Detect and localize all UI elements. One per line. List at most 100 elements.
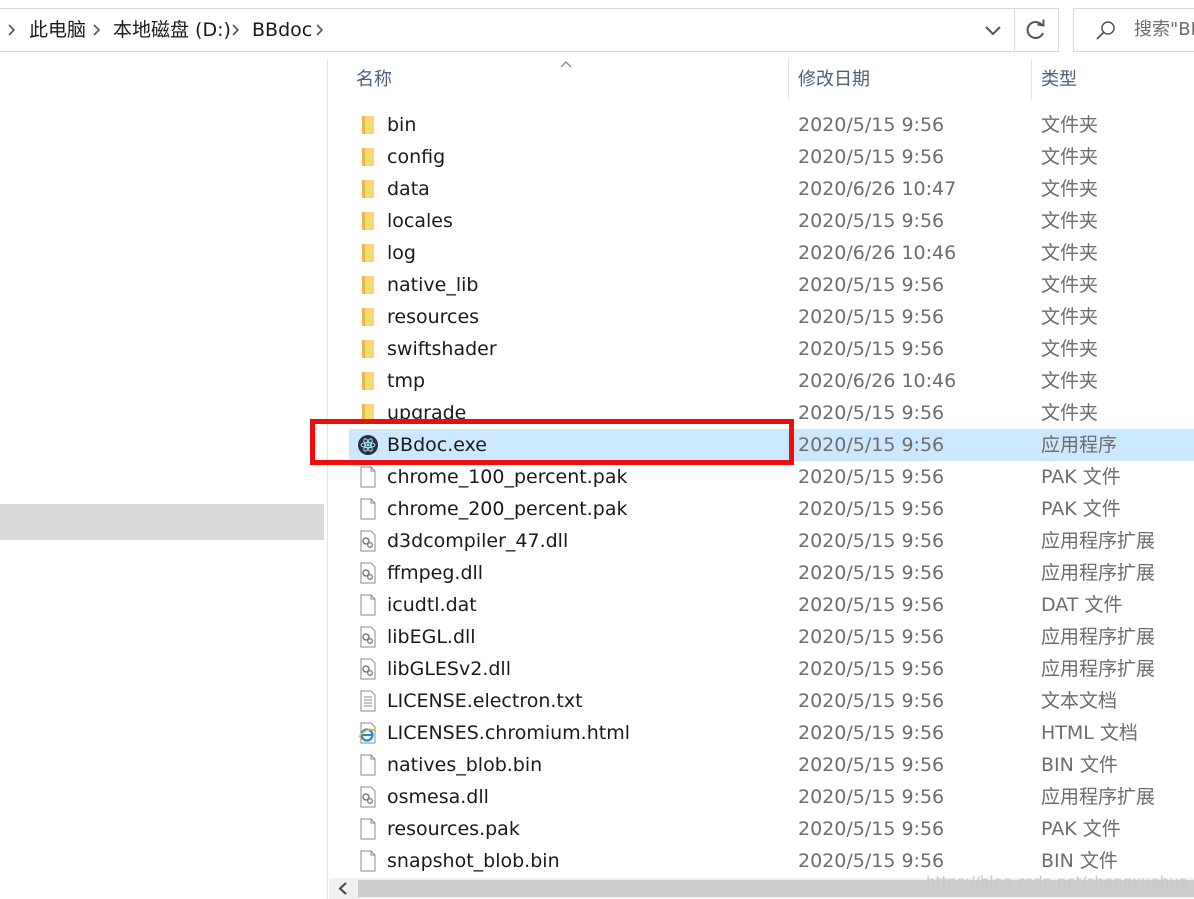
file-row[interactable]: locales 2020/5/15 9:56 文件夹	[349, 205, 1194, 237]
column-header-date[interactable]: 修改日期	[798, 58, 870, 102]
dll-icon	[357, 530, 379, 552]
file-modified-date: 2020/5/15 9:56	[798, 402, 945, 424]
file-row[interactable]: icudtl.dat 2020/5/15 9:56 DAT 文件	[349, 589, 1194, 621]
file-name[interactable]: snapshot_blob.bin	[387, 845, 560, 877]
search-placeholder: 搜索"BB	[1134, 19, 1194, 40]
breadcrumb-bbdoc[interactable]: BBdoc	[252, 9, 312, 51]
file-name[interactable]: icudtl.dat	[387, 589, 477, 621]
file-row[interactable]: BBdoc.exe 2020/5/15 9:56 应用程序	[349, 429, 1194, 461]
file-type: DAT 文件	[1041, 594, 1123, 616]
file-modified-date: 2020/6/26 10:46	[798, 370, 957, 392]
folder-icon	[357, 274, 379, 296]
file-row[interactable]: upgrade 2020/5/15 9:56 文件夹	[349, 397, 1194, 429]
folder-icon	[357, 402, 379, 424]
folder-icon	[357, 114, 379, 136]
file-name[interactable]: BBdoc.exe	[387, 429, 487, 461]
file-name[interactable]: libEGL.dll	[387, 621, 476, 653]
file-name[interactable]: tmp	[387, 365, 425, 397]
file-name[interactable]: libGLESv2.dll	[387, 653, 511, 685]
column-header-name[interactable]: 名称	[356, 58, 392, 102]
file-name[interactable]: d3dcompiler_47.dll	[387, 525, 568, 557]
chevron-down-icon[interactable]	[975, 9, 1013, 51]
file-name[interactable]: resources	[387, 301, 479, 333]
file-row[interactable]: log 2020/6/26 10:46 文件夹	[349, 237, 1194, 269]
column-divider[interactable]	[788, 58, 789, 100]
file-modified-date: 2020/5/15 9:56	[798, 338, 945, 360]
column-divider[interactable]	[1031, 58, 1032, 100]
navigation-pane[interactable]	[0, 58, 328, 899]
file-type: 应用程序	[1041, 434, 1118, 456]
search-box[interactable]: 搜索"BB	[1073, 8, 1194, 52]
file-name[interactable]: natives_blob.bin	[387, 749, 542, 781]
folder-icon	[357, 338, 379, 360]
file-row[interactable]: native_lib 2020/5/15 9:56 文件夹	[349, 269, 1194, 301]
file-name[interactable]: native_lib	[387, 269, 478, 301]
file-type: 应用程序扩展	[1041, 626, 1156, 648]
file-modified-date: 2020/5/15 9:56	[798, 114, 945, 136]
file-name[interactable]: ffmpeg.dll	[387, 557, 483, 589]
file-row[interactable]: tmp 2020/6/26 10:46 文件夹	[349, 365, 1194, 397]
chevron-right-icon[interactable]	[312, 22, 328, 38]
file-type: 应用程序扩展	[1041, 786, 1156, 808]
file-row[interactable]: libGLESv2.dll 2020/5/15 9:56 应用程序扩展	[349, 653, 1194, 685]
file-name[interactable]: config	[387, 141, 445, 173]
file-row[interactable]: bin 2020/5/15 9:56 文件夹	[349, 109, 1194, 141]
file-type: 文件夹	[1041, 402, 1099, 424]
file-row[interactable]: libEGL.dll 2020/5/15 9:56 应用程序扩展	[349, 621, 1194, 653]
file-icon	[357, 498, 379, 520]
file-row[interactable]: d3dcompiler_47.dll 2020/5/15 9:56 应用程序扩展	[349, 525, 1194, 557]
file-icon	[357, 594, 379, 616]
file-name[interactable]: resources.pak	[387, 813, 520, 845]
file-name[interactable]: upgrade	[387, 397, 466, 429]
file-icon	[357, 850, 379, 872]
file-modified-date: 2020/5/15 9:56	[798, 306, 945, 328]
chevron-right-icon[interactable]	[4, 22, 20, 38]
file-row[interactable]: osmesa.dll 2020/5/15 9:56 应用程序扩展	[349, 781, 1194, 813]
file-name[interactable]: swiftshader	[387, 333, 497, 365]
file-name[interactable]: chrome_100_percent.pak	[387, 461, 628, 493]
folder-icon	[357, 370, 379, 392]
folder-icon	[357, 146, 379, 168]
file-row[interactable]: chrome_100_percent.pak 2020/5/15 9:56 PAK …	[349, 461, 1194, 493]
file-row[interactable]: resources.pak 2020/5/15 9:56 PAK 文件	[349, 813, 1194, 845]
dll-icon	[357, 562, 379, 584]
nav-selected-item[interactable]	[0, 504, 324, 540]
file-name[interactable]: chrome_200_percent.pak	[387, 493, 628, 525]
file-modified-date: 2020/5/15 9:56	[798, 466, 945, 488]
file-row[interactable]: LICENSES.chromium.html 2020/5/15 9:56 HTML…	[349, 717, 1194, 749]
file-row[interactable]: chrome_200_percent.pak 2020/5/15 9:56 PAK …	[349, 493, 1194, 525]
column-header-type[interactable]: 类型	[1041, 58, 1077, 102]
file-modified-date: 2020/5/15 9:56	[798, 562, 945, 584]
refresh-button[interactable]	[1015, 8, 1059, 52]
file-row[interactable]: ffmpeg.dll 2020/5/15 9:56 应用程序扩展	[349, 557, 1194, 589]
file-row[interactable]: natives_blob.bin 2020/5/15 9:56 BIN 文件	[349, 749, 1194, 781]
file-name[interactable]: locales	[387, 205, 453, 237]
scroll-left-icon[interactable]	[329, 878, 357, 899]
file-row[interactable]: data 2020/6/26 10:47 文件夹	[349, 173, 1194, 205]
file-modified-date: 2020/6/26 10:47	[798, 178, 957, 200]
file-row[interactable]: swiftshader 2020/5/15 9:56 文件夹	[349, 333, 1194, 365]
file-row[interactable]: LICENSE.electron.txt 2020/5/15 9:56 文本文档	[349, 685, 1194, 717]
file-type: 文本文档	[1041, 690, 1118, 712]
file-row[interactable]: resources 2020/5/15 9:56 文件夹	[349, 301, 1194, 333]
folder-icon	[357, 242, 379, 264]
file-type: 应用程序扩展	[1041, 562, 1156, 584]
file-name[interactable]: data	[387, 173, 430, 205]
breadcrumb-local-disk[interactable]: 本地磁盘 (D:)	[113, 9, 231, 51]
file-name[interactable]: osmesa.dll	[387, 781, 489, 813]
chevron-right-icon[interactable]	[89, 22, 105, 38]
file-modified-date: 2020/5/15 9:56	[798, 818, 945, 840]
file-modified-date: 2020/5/15 9:56	[798, 594, 945, 616]
file-modified-date: 2020/5/15 9:56	[798, 690, 945, 712]
chevron-right-icon[interactable]	[228, 22, 244, 38]
file-name[interactable]: LICENSE.electron.txt	[387, 685, 583, 717]
file-type: 应用程序扩展	[1041, 530, 1156, 552]
breadcrumb-this-pc[interactable]: 此电脑	[29, 9, 86, 51]
file-name[interactable]: log	[387, 237, 416, 269]
address-bar[interactable]: 此电脑 本地磁盘 (D:) BBdoc	[0, 8, 1015, 52]
file-list[interactable]: 名称 修改日期 类型 bin 2020/5/15 9:56 文件夹 config 202…	[329, 58, 1194, 878]
file-row[interactable]: config 2020/5/15 9:56 文件夹	[349, 141, 1194, 173]
file-name[interactable]: LICENSES.chromium.html	[387, 717, 630, 749]
file-type: 文件夹	[1041, 210, 1099, 232]
file-name[interactable]: bin	[387, 109, 416, 141]
